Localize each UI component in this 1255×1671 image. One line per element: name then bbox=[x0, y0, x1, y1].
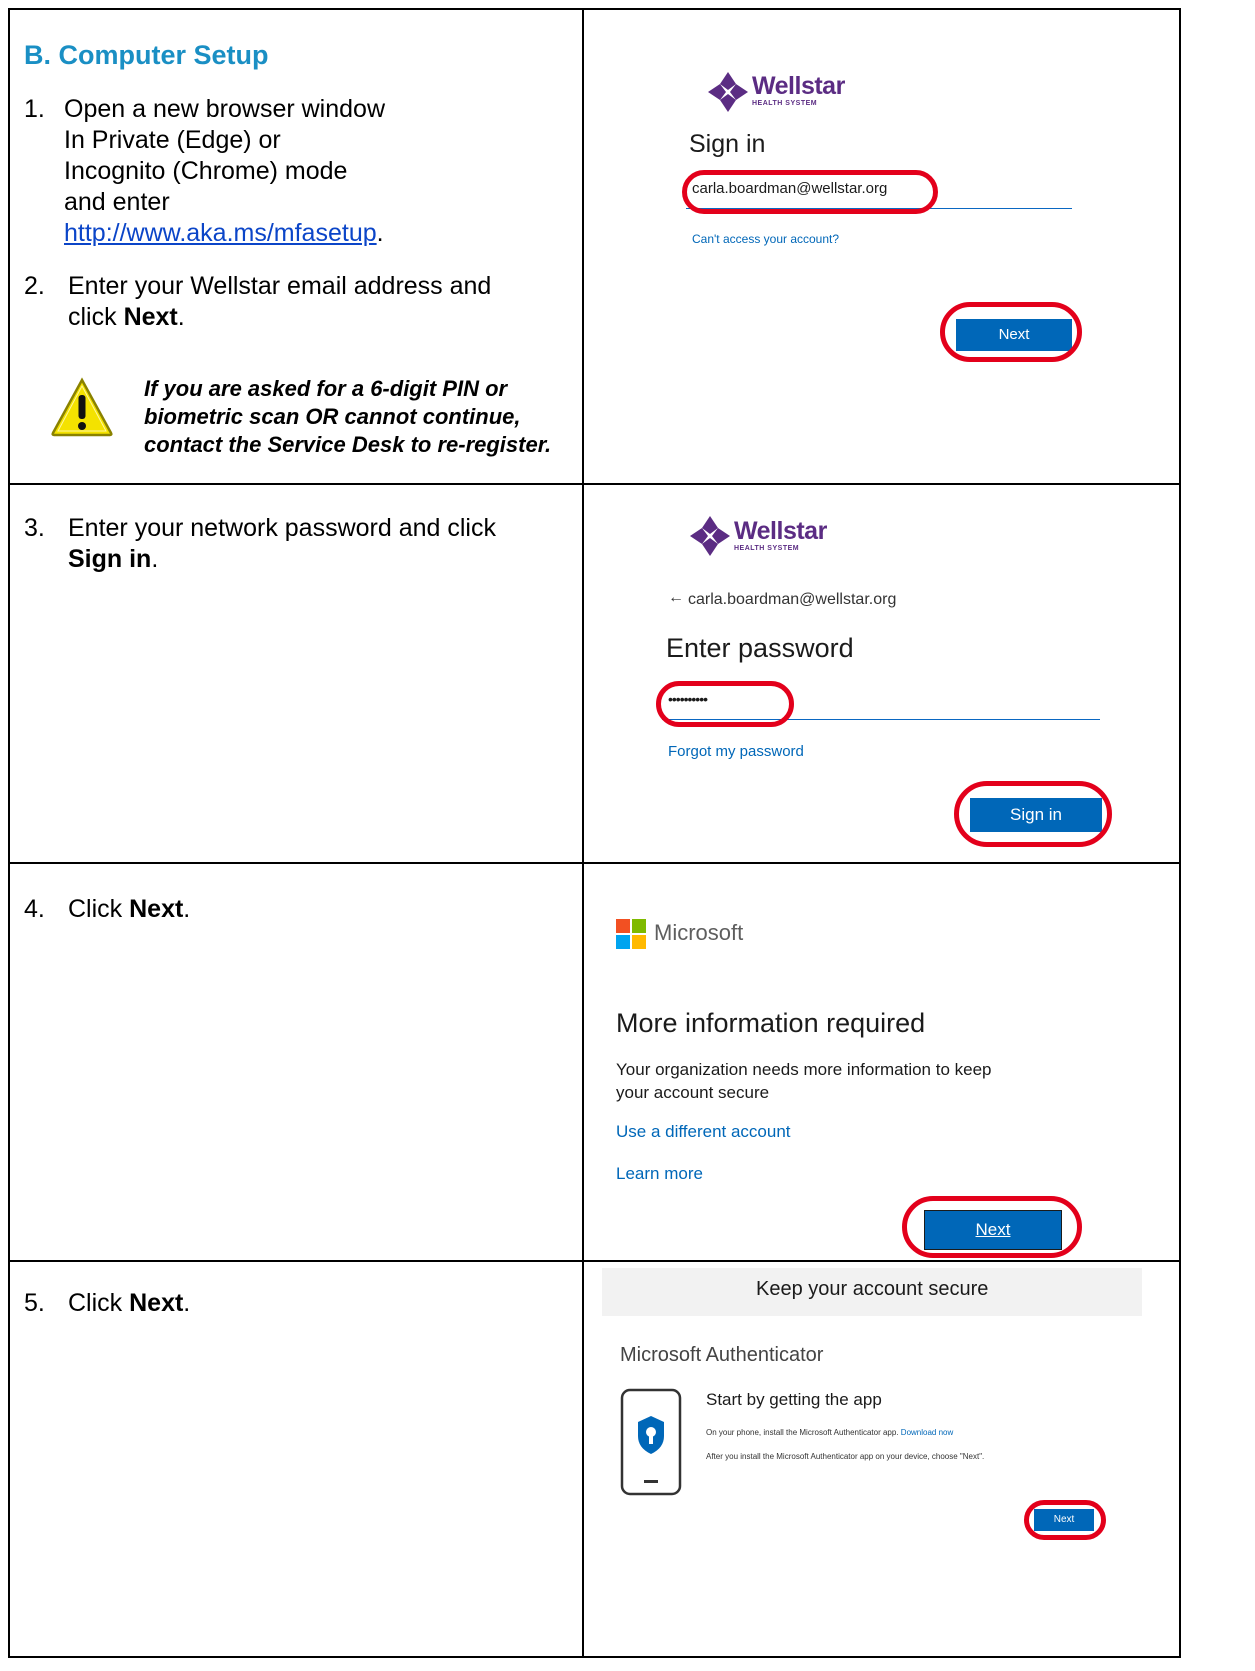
next-button[interactable]: Next bbox=[956, 319, 1072, 351]
back-arrow-icon[interactable]: ← bbox=[668, 589, 684, 607]
keep-secure-title: Keep your account secure bbox=[756, 1278, 989, 1300]
wellstar-logo-icon bbox=[708, 72, 748, 112]
instructions-table: B. Computer Setup 1. Open a new browser … bbox=[8, 8, 1181, 1658]
wellstar-brand: Wellstar bbox=[752, 72, 845, 100]
mfasetup-link[interactable]: http://www.aka.ms/mfasetup bbox=[64, 219, 377, 247]
more-info-title: More information required bbox=[616, 1008, 926, 1038]
wellstar-brand-sub: HEALTH SYSTEM bbox=[734, 545, 800, 552]
next-button[interactable]: Next bbox=[1034, 1509, 1094, 1531]
phone-lock-icon bbox=[620, 1388, 682, 1496]
sign-in-title: Sign in bbox=[689, 130, 766, 158]
enter-password-title: Enter password bbox=[666, 633, 854, 663]
sign-in-button[interactable]: Sign in bbox=[970, 798, 1102, 832]
use-different-account-link[interactable]: Use a different account bbox=[616, 1122, 791, 1142]
wellstar-brand-sub: HEALTH SYSTEM bbox=[752, 100, 818, 107]
warning-icon bbox=[51, 377, 113, 437]
step-1: 1. Open a new browser window In Private … bbox=[24, 95, 385, 247]
step-4-cell: 4. Click Next. bbox=[8, 862, 584, 1262]
screenshot-more-info-cell: Microsoft More information required Your… bbox=[582, 862, 1181, 1262]
step-5: 5. Click Next. bbox=[24, 1289, 191, 1317]
more-info-body-line2: your account secure bbox=[616, 1083, 770, 1102]
download-now-link[interactable]: Download now bbox=[901, 1428, 953, 1437]
step-3-cell: 3. Enter your network password and click… bbox=[8, 483, 584, 864]
step-5-cell: 5. Click Next. bbox=[8, 1260, 584, 1658]
screenshot-authenticator-cell: Keep your account secure Microsoft Authe… bbox=[582, 1260, 1181, 1658]
step-4: 4. Click Next. bbox=[24, 895, 191, 923]
more-info-body-line1: Your organization needs more information… bbox=[616, 1060, 992, 1079]
forgot-password-link[interactable]: Forgot my password bbox=[668, 743, 804, 760]
warning-text: If you are asked for a 6-digit PIN or bi… bbox=[144, 376, 552, 457]
after-install-line: After you install the Microsoft Authenti… bbox=[706, 1452, 985, 1461]
install-line: On your phone, install the Microsoft Aut… bbox=[706, 1428, 954, 1437]
identity-label: carla.boardman@wellstar.org bbox=[688, 591, 897, 608]
screenshot-password-cell: Wellstar HEALTH SYSTEM ← carla.boardman@… bbox=[582, 483, 1181, 864]
wellstar-brand: Wellstar bbox=[734, 517, 827, 545]
step-3: 3. Enter your network password and click… bbox=[24, 514, 496, 573]
microsoft-brand: Microsoft bbox=[654, 920, 744, 945]
cant-access-link[interactable]: Can't access your account? bbox=[692, 232, 839, 246]
authenticator-subtitle: Microsoft Authenticator bbox=[620, 1344, 824, 1366]
section-heading: B. Computer Setup bbox=[24, 40, 269, 70]
password-field[interactable]: •••••••••• bbox=[662, 685, 1100, 720]
step-2: 2. Enter your Wellstar email address and… bbox=[24, 272, 492, 331]
microsoft-logo-icon bbox=[616, 919, 646, 949]
next-button[interactable]: Next bbox=[924, 1210, 1062, 1250]
screenshot-sign-in-cell: Wellstar HEALTH SYSTEM Sign in carla.boa… bbox=[582, 8, 1181, 485]
email-field[interactable]: carla.boardman@wellstar.org bbox=[686, 172, 1072, 209]
learn-more-link[interactable]: Learn more bbox=[616, 1164, 703, 1184]
start-getting-app-heading: Start by getting the app bbox=[706, 1390, 882, 1409]
wellstar-logo-icon bbox=[690, 516, 730, 556]
step-1-2-cell: B. Computer Setup 1. Open a new browser … bbox=[8, 8, 584, 485]
